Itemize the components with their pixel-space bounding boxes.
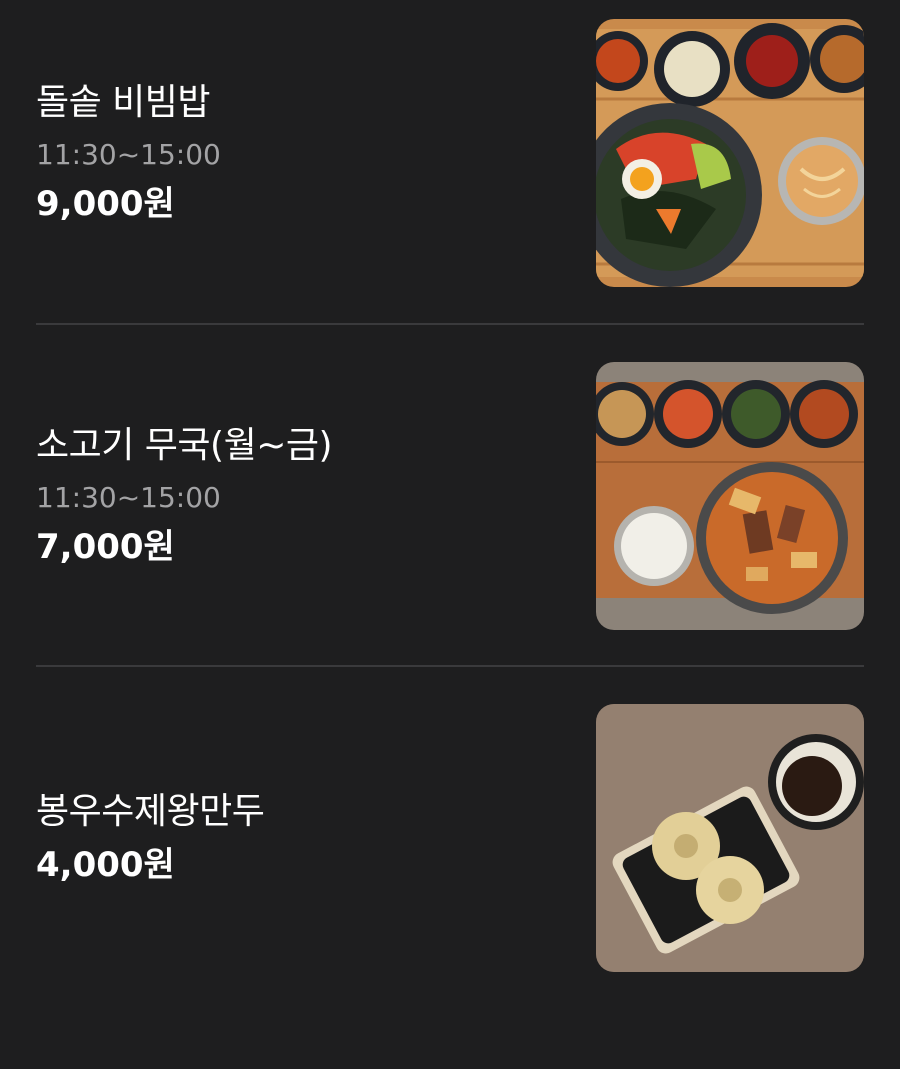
menu-item-name: 돌솥 비빔밥 — [36, 82, 211, 124]
menu-list: 돌솥 비빔밥 11:30~15:00 9,000원 소고기 무국(월~금) 11… — [0, 0, 900, 1069]
menu-item-dumplings[interactable]: 봉우수제왕만두 4,000원 — [36, 704, 864, 972]
menu-item-price: 9,000원 — [36, 183, 175, 224]
menu-item-text: 봉우수제왕만두 4,000원 — [36, 704, 556, 972]
divider — [36, 665, 864, 667]
menu-item-text: 소고기 무국(월~금) 11:30~15:00 7,000원 — [36, 362, 556, 630]
menu-item-hours: 11:30~15:00 — [36, 481, 221, 515]
menu-item-name: 소고기 무국(월~금) — [36, 425, 333, 467]
menu-item-name: 봉우수제왕만두 — [36, 791, 265, 832]
menu-item-price: 7,000원 — [36, 526, 175, 567]
menu-item-price: 4,000원 — [36, 845, 175, 886]
beef-radish-soup-photo[interactable] — [596, 362, 864, 630]
dumplings-photo[interactable] — [596, 704, 864, 972]
menu-item-bibimbap[interactable]: 돌솥 비빔밥 11:30~15:00 9,000원 — [36, 19, 864, 287]
menu-item-text: 돌솥 비빔밥 11:30~15:00 9,000원 — [36, 19, 556, 287]
divider — [36, 323, 864, 325]
bibimbap-photo[interactable] — [596, 19, 864, 287]
menu-item-beef-radish-soup[interactable]: 소고기 무국(월~금) 11:30~15:00 7,000원 — [36, 362, 864, 630]
menu-item-hours: 11:30~15:00 — [36, 138, 221, 172]
